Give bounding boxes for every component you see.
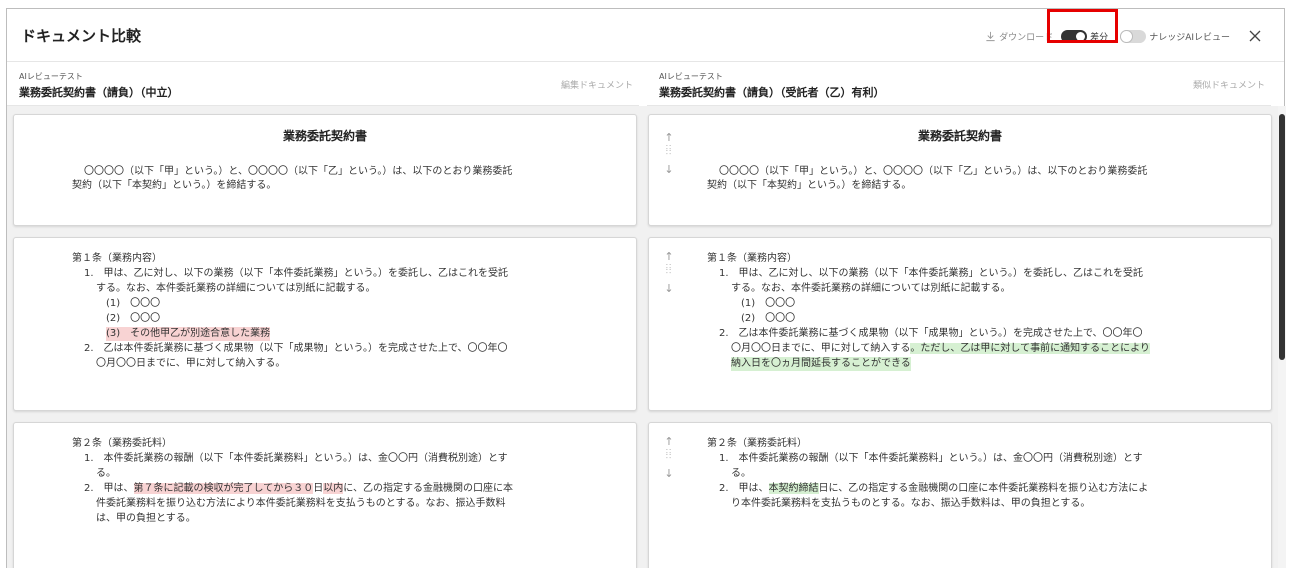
- plain-text: 日に、乙の指定する金融機関の口座に本件委託業務料を振り込む方法によ: [818, 483, 1149, 494]
- comparison-scroll-area[interactable]: 業務委託契約書 〇〇〇〇（以下「甲」という。）と、〇〇〇〇（以下「乙」という。）…: [7, 106, 1286, 568]
- arrow-down-icon[interactable]: ↓: [663, 163, 675, 177]
- arrow-down-icon[interactable]: ↓: [663, 467, 675, 481]
- deleted-text: 第７条に記載の検収が完了してから３０: [133, 483, 314, 494]
- vertical-scrollbar[interactable]: [1278, 106, 1286, 568]
- right-text-line: 2. 甲は、本契約締結日に、乙の指定する金融機関の口座に本件委託業務料を振り込む…: [719, 482, 1148, 496]
- right-text-line: 1. 甲は、乙に対し、以下の業務（以下「本件委託業務」という。）を委託し、乙はこ…: [719, 268, 1143, 279]
- left-text-line: 1. 本件委託業務の報酬（以下「本件委託業務料」という。）は、金〇〇円（消費税別…: [84, 453, 508, 464]
- right-section-card[interactable]: ↑ ∷ ∷ ↓ 業務委託契約書 〇〇〇〇（以下「甲」という。）と、〇〇〇〇（以下「…: [648, 114, 1272, 226]
- right-section-title: 業務委託契約書: [917, 129, 1002, 143]
- plain-text: 日: [313, 483, 324, 494]
- added-text: 納入日を〇ヵ月間延長することができる: [731, 357, 911, 371]
- download-button[interactable]: ダウンロード: [985, 30, 1053, 43]
- close-icon: [1249, 30, 1261, 42]
- left-review-label: AIレビューテスト: [19, 72, 83, 81]
- left-text-line: る。: [96, 468, 116, 479]
- left-document-name: 業務委託契約書（請負）（中立）: [19, 86, 179, 99]
- left-section-card[interactable]: 第１条（業務内容） 1. 甲は、乙に対し、以下の業務（以下「本件委託業務」という…: [13, 237, 637, 411]
- left-text-line: 件委託業務料を振り込む方法により本件委託業務料を支払うものとする。なお、振込手数…: [96, 498, 506, 509]
- right-text-line: る。: [731, 468, 751, 479]
- knowledge-review-toggle[interactable]: ナレッジAIレビュー: [1120, 29, 1230, 43]
- right-document-tag: 類似ドキュメント: [1192, 81, 1265, 91]
- right-text-line: り本件委託業務料を支払うものとする。なお、振込手数料は、甲の負担とする。: [731, 498, 1091, 509]
- left-document-header: AIレビューテスト 業務委託契約書（請負）（中立） 編集ドキュメント: [7, 69, 639, 106]
- deleted-text: 以内: [323, 483, 344, 494]
- right-article-heading: 第２条（業務委託料）: [707, 438, 807, 449]
- knowledge-review-switch[interactable]: [1120, 29, 1147, 43]
- drag-handle-icon[interactable]: ∷ ∷: [663, 144, 675, 163]
- left-document-tag: 編集ドキュメント: [560, 81, 633, 91]
- left-text-line: (2) 〇〇〇: [106, 313, 161, 324]
- plain-text: 2. 甲は、: [719, 483, 769, 494]
- document-compare-dialog: ドキュメント比較 ダウンロード 差分 ナレッジAIレビュー AIレビューテスト …: [6, 8, 1286, 568]
- drag-handle-icon[interactable]: ∷ ∷: [663, 263, 675, 282]
- right-text-line: 契約（以下「本契約」という。）を締結する。: [707, 180, 912, 191]
- added-text: 本契約締結: [768, 483, 819, 494]
- dialog-title: ドキュメント比較: [21, 27, 142, 45]
- left-text-line: 〇月〇〇日までに、甲に対して納入する。: [96, 358, 286, 369]
- reorder-handle[interactable]: ↑ ∷ ∷ ↓: [663, 250, 675, 296]
- right-review-label: AIレビューテスト: [659, 72, 723, 81]
- knowledge-review-label: ナレッジAIレビュー: [1149, 32, 1230, 43]
- plain-text: に、乙の指定する金融機関の口座に本: [343, 483, 513, 494]
- drag-handle-icon[interactable]: ∷ ∷: [663, 448, 675, 467]
- header-actions: ダウンロード 差分 ナレッジAIレビュー: [985, 25, 1262, 47]
- right-article-heading: 第１条（業務内容）: [707, 253, 797, 264]
- left-article-heading: 第２条（業務委託料）: [72, 438, 172, 449]
- plain-text: 〇月〇〇日までに、甲に対して納入する: [731, 343, 911, 354]
- highlight-box: [1047, 9, 1118, 43]
- right-text-line: 〇月〇〇日までに、甲に対して納入する。ただし、乙は甲に対して事前に通知することに…: [731, 342, 1150, 356]
- download-label: ダウンロード: [999, 32, 1054, 43]
- left-section-card[interactable]: 業務委託契約書 〇〇〇〇（以下「甲」という。）と、〇〇〇〇（以下「乙」という。）…: [13, 114, 637, 226]
- left-text-line: 契約（以下「本契約」という。）を締結する。: [72, 180, 277, 191]
- plain-text: 2. 甲は、: [84, 483, 134, 494]
- left-text-line: 1. 甲は、乙に対し、以下の業務（以下「本件委託業務」という。）を委託し、乙はこ…: [84, 268, 508, 279]
- left-text-line: 2. 乙は本件委託業務に基づく成果物（以下「成果物」という。）を完成させた上で、…: [84, 343, 508, 354]
- right-document-header: AIレビューテスト 業務委託契約書（請負）（受託者（乙）有利） 類似ドキュメント: [647, 69, 1271, 106]
- close-button[interactable]: [1248, 29, 1262, 43]
- right-text-line: 1. 本件委託業務の報酬（以下「本件委託業務料」という。）は、金〇〇円（消費税別…: [719, 453, 1143, 464]
- left-text-line: 2. 甲は、第７条に記載の検収が完了してから３０日以内に、乙の指定する金融機関の…: [84, 482, 513, 496]
- right-document-name: 業務委託契約書（請負）（受託者（乙）有利）: [659, 86, 885, 99]
- left-text-line: 〇〇〇〇（以下「甲」という。）と、〇〇〇〇（以下「乙」という。）は、以下のとおり…: [84, 166, 513, 177]
- added-text: 。ただし、乙は甲に対して事前に通知することにより: [910, 343, 1150, 354]
- download-icon: [986, 31, 995, 41]
- left-text-line: する。なお、本件委託業務の詳細については別紙に記載する。: [96, 283, 376, 294]
- right-text-line: (2) 〇〇〇: [741, 313, 796, 324]
- left-section-card[interactable]: 第２条（業務委託料） 1. 本件委託業務の報酬（以下「本件委託業務料」という。）…: [13, 422, 637, 568]
- right-text-line: (1) 〇〇〇: [741, 298, 796, 309]
- right-section-card[interactable]: ↑ ∷ ∷ ↓ 第１条（業務内容） 1. 甲は、乙に対し、以下の業務（以下「本件委…: [648, 237, 1272, 411]
- left-article-heading: 第１条（業務内容）: [72, 253, 162, 264]
- right-text-line: する。なお、本件委託業務の詳細については別紙に記載する。: [731, 283, 1011, 294]
- arrow-down-icon[interactable]: ↓: [663, 282, 675, 296]
- left-text-line: (1) 〇〇〇: [106, 298, 161, 309]
- right-text-line: 〇〇〇〇（以下「甲」という。）と、〇〇〇〇（以下「乙」という。）は、以下のとおり…: [719, 166, 1148, 177]
- deleted-text: (3) その他甲乙が別途合意した業務: [106, 327, 271, 341]
- left-section-title: 業務委託契約書: [282, 129, 367, 143]
- right-text-line: 2. 乙は本件委託業務に基づく成果物（以下「成果物」という。）を完成させた上で、…: [719, 328, 1143, 339]
- right-section-card[interactable]: ↑ ∷ ∷ ↓ 第２条（業務委託料） 1. 本件委託業務の報酬（以下「本件委託業務…: [648, 422, 1272, 568]
- left-text-line: は、甲の負担とする。: [96, 513, 196, 524]
- reorder-handle[interactable]: ↑ ∷ ∷ ↓: [663, 435, 675, 481]
- scrollbar-thumb[interactable]: [1279, 114, 1285, 360]
